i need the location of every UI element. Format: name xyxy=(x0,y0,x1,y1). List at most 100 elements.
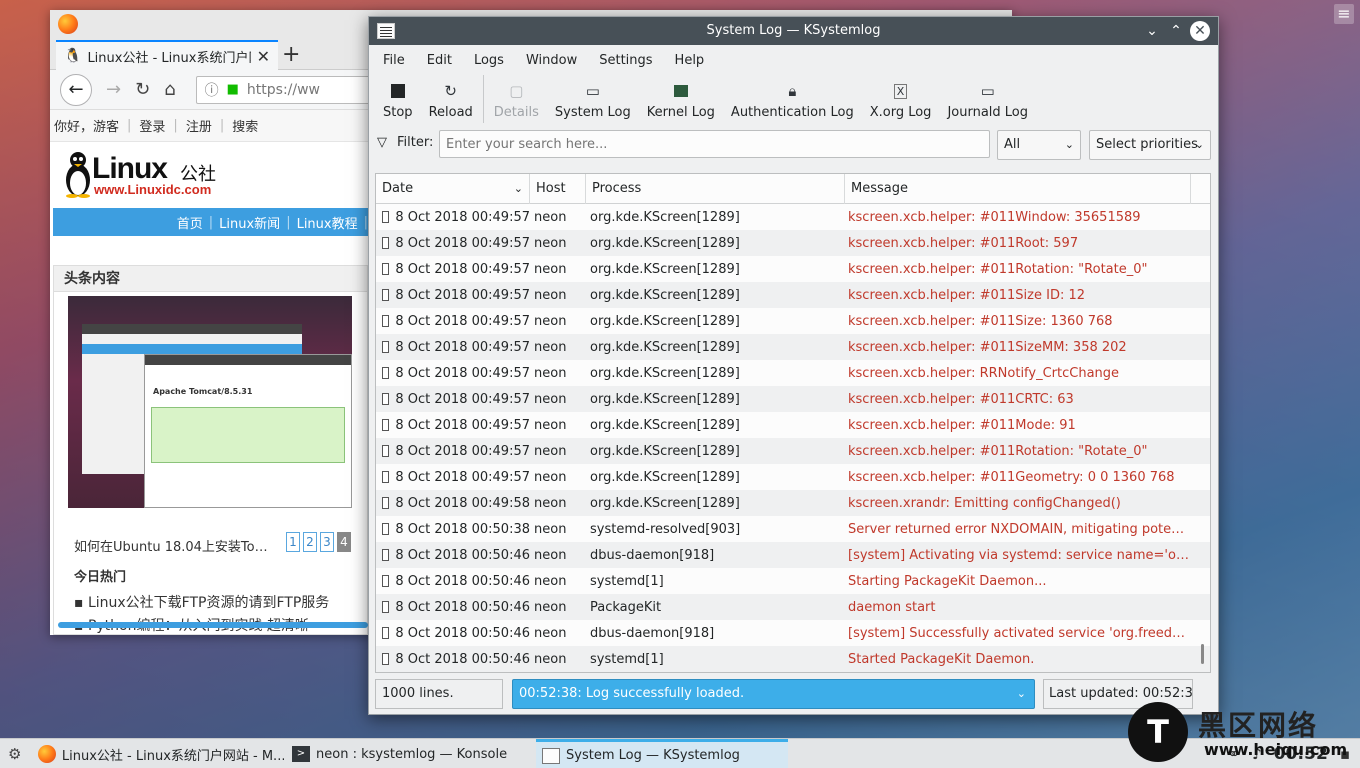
cell-date: 8 Oct 2018 00:49:57 xyxy=(376,314,530,329)
minimize-icon[interactable]: ⌄ xyxy=(1142,17,1162,45)
filter-icon: ▽ xyxy=(377,135,387,150)
reload-button[interactable]: ↻ xyxy=(135,79,150,100)
maximize-icon[interactable]: ⌃ xyxy=(1166,17,1186,45)
document-icon xyxy=(382,653,390,665)
table-row[interactable]: 8 Oct 2018 00:49:57 neon org.kde.KScreen[1… xyxy=(376,412,1210,438)
login-link[interactable]: 登录 xyxy=(139,116,165,135)
url-bar[interactable]: ⓘ ■ https://ww xyxy=(195,75,396,104)
xorg-log-button[interactable]: X X.org Log xyxy=(862,75,940,120)
menu-edit[interactable]: Edit xyxy=(427,53,452,68)
nav-tutorials[interactable]: Linux教程 xyxy=(297,213,358,232)
table-row[interactable]: 8 Oct 2018 00:50:46 neon dbus-daemon[918] [… xyxy=(376,542,1210,568)
date-text: 8 Oct 2018 00:50:46 xyxy=(395,599,530,615)
table-row[interactable]: 8 Oct 2018 00:49:57 neon org.kde.KScreen[1… xyxy=(376,256,1210,282)
log-table: Date ⌄ Host Process Message 8 Oct 2018 0… xyxy=(375,173,1211,673)
table-row[interactable]: 8 Oct 2018 00:49:57 neon org.kde.KScreen[1… xyxy=(376,334,1210,360)
table-row[interactable]: 8 Oct 2018 00:49:57 neon org.kde.KScreen[1… xyxy=(376,230,1210,256)
date-text: 8 Oct 2018 00:49:57 xyxy=(395,365,530,381)
table-row[interactable]: 8 Oct 2018 00:50:46 neon systemd[1] Started… xyxy=(376,646,1210,672)
site-logo[interactable]: Linux 公社 www.Linuxidc.com xyxy=(62,148,222,202)
page-1[interactable]: 1 xyxy=(286,532,300,552)
register-link[interactable]: 注册 xyxy=(186,116,212,135)
cell-host: neon xyxy=(534,651,567,667)
hot-list: ▪ Linux公社下载FTP资源的请到FTP服务 ▪ Python编程：从入门到… xyxy=(74,592,329,638)
table-row[interactable]: 8 Oct 2018 00:50:46 neon PackageKit daemon … xyxy=(376,594,1210,620)
webpage: 你好，游客 | 登录 | 注册 | 搜索 Linux 公社 www.Linuxi… xyxy=(50,110,368,635)
journald-log-button[interactable]: ▭ Journald Log xyxy=(939,75,1036,120)
back-button[interactable]: ← xyxy=(60,73,92,106)
menu-help[interactable]: Help xyxy=(675,53,705,68)
menu-logs[interactable]: Logs xyxy=(474,53,504,68)
headline-caption[interactable]: 如何在Ubuntu 18.04上安装Tomcat... xyxy=(74,536,274,555)
table-row[interactable]: 8 Oct 2018 00:49:57 neon org.kde.KScreen[1… xyxy=(376,204,1210,230)
page-4[interactable]: 4 xyxy=(337,532,351,552)
nav-news[interactable]: Linux新闻 xyxy=(219,213,280,232)
column-message[interactable]: Message xyxy=(845,174,1191,204)
priorities-select[interactable]: Select priorities ⌄ xyxy=(1089,130,1211,160)
firefox-tab[interactable]: 🐧 Linux公社 - Linux系统门户网 ✕ xyxy=(56,40,278,70)
stop-button[interactable]: Stop xyxy=(375,75,421,120)
task-ksystemlog[interactable]: System Log — KSystemlog xyxy=(536,739,788,768)
table-row[interactable]: 8 Oct 2018 00:50:46 neon systemd[1] Startin… xyxy=(376,568,1210,594)
status-message-combo[interactable]: 00:52:38: Log successfully loaded. ⌄ xyxy=(512,679,1035,709)
table-row[interactable]: 8 Oct 2018 00:49:57 neon org.kde.KScreen[1… xyxy=(376,464,1210,490)
stop-icon xyxy=(388,81,408,101)
toolbar-label: System Log xyxy=(554,105,631,120)
nav-home[interactable]: 首页 xyxy=(177,213,203,232)
column-process[interactable]: Process xyxy=(586,174,845,204)
task-firefox[interactable]: Linux公社 - Linux系统门户网站 - M... xyxy=(32,739,284,768)
system-log-button[interactable]: ▭ System Log xyxy=(547,75,639,120)
authentication-log-button[interactable]: 🔒︎ Authentication Log xyxy=(723,75,862,120)
date-text: 8 Oct 2018 00:49:57 xyxy=(395,235,530,251)
table-row[interactable]: 8 Oct 2018 00:49:58 neon org.kde.KScreen[1… xyxy=(376,490,1210,516)
headline-image[interactable]: Apache Tomcat/8.5.31 xyxy=(68,296,352,508)
application-launcher-icon[interactable]: ⚙ xyxy=(8,745,21,763)
task-konsole[interactable]: > neon : ksystemlog — Konsole xyxy=(286,739,534,768)
table-row[interactable]: 8 Oct 2018 00:49:57 neon org.kde.KScreen[1… xyxy=(376,438,1210,464)
search-input[interactable] xyxy=(439,130,990,158)
document-icon xyxy=(382,627,390,639)
table-row[interactable]: 8 Oct 2018 00:49:57 neon org.kde.KScreen[1… xyxy=(376,360,1210,386)
hot-item-text: Linux公社下载FTP资源的请到FTP服务 xyxy=(87,595,330,611)
ksystemlog-icon[interactable] xyxy=(377,23,395,39)
new-tab-button[interactable]: + xyxy=(282,42,300,67)
close-icon[interactable]: ✕ xyxy=(1190,21,1210,41)
horizontal-scrollbar[interactable] xyxy=(58,622,368,628)
date-text: 8 Oct 2018 00:50:46 xyxy=(395,625,530,641)
cell-date: 8 Oct 2018 00:50:46 xyxy=(376,548,530,563)
vertical-scrollbar[interactable] xyxy=(1201,644,1204,664)
window-titlebar[interactable]: System Log — KSystemlog ⌄ ⌃ ✕ xyxy=(369,17,1218,45)
table-row[interactable]: 8 Oct 2018 00:49:57 neon org.kde.KScreen[1… xyxy=(376,386,1210,412)
info-icon[interactable]: ⓘ xyxy=(205,80,219,100)
column-date[interactable]: Date ⌄ xyxy=(376,174,530,204)
forward-button[interactable]: → xyxy=(106,79,121,100)
page-3[interactable]: 3 xyxy=(320,532,334,552)
reload-button[interactable]: ↻ Reload xyxy=(421,75,481,120)
cell-host: neon xyxy=(534,573,567,589)
document-icon xyxy=(382,575,390,587)
filter-scope-select[interactable]: All ⌄ xyxy=(997,130,1081,160)
cell-date: 8 Oct 2018 00:49:57 xyxy=(376,288,530,303)
page-2[interactable]: 2 xyxy=(303,532,317,552)
cell-date: 8 Oct 2018 00:49:57 xyxy=(376,366,530,381)
menu-settings[interactable]: Settings xyxy=(599,53,652,68)
table-row[interactable]: 8 Oct 2018 00:49:57 neon org.kde.KScreen[1… xyxy=(376,308,1210,334)
close-tab-icon[interactable]: ✕ xyxy=(257,47,270,66)
table-row[interactable]: 8 Oct 2018 00:50:46 neon dbus-daemon[918] [… xyxy=(376,620,1210,646)
list-item[interactable]: ▪ Linux公社下载FTP资源的请到FTP服务 xyxy=(74,592,329,615)
menu-window[interactable]: Window xyxy=(526,53,577,68)
chevron-down-icon: ⌄ xyxy=(1064,138,1074,151)
search-link[interactable]: 搜索 xyxy=(232,116,258,135)
hamburger-icon[interactable]: ≡ xyxy=(1334,4,1354,24)
document-icon xyxy=(382,341,390,353)
home-button[interactable]: ⌂ xyxy=(164,79,175,100)
table-row[interactable]: 8 Oct 2018 00:49:57 neon org.kde.KScreen[1… xyxy=(376,282,1210,308)
menu-file[interactable]: File xyxy=(383,53,405,68)
column-host[interactable]: Host xyxy=(530,174,586,204)
table-row[interactable]: 8 Oct 2018 00:50:38 neon systemd-resolved[… xyxy=(376,516,1210,542)
kernel-log-button[interactable]: Kernel Log xyxy=(639,75,723,120)
details-button[interactable]: ▢ Details xyxy=(486,75,547,120)
toolbar-label: Journald Log xyxy=(947,105,1029,120)
cell-process: org.kde.KScreen[1289] xyxy=(590,287,740,303)
cell-date: 8 Oct 2018 00:49:57 xyxy=(376,444,530,459)
